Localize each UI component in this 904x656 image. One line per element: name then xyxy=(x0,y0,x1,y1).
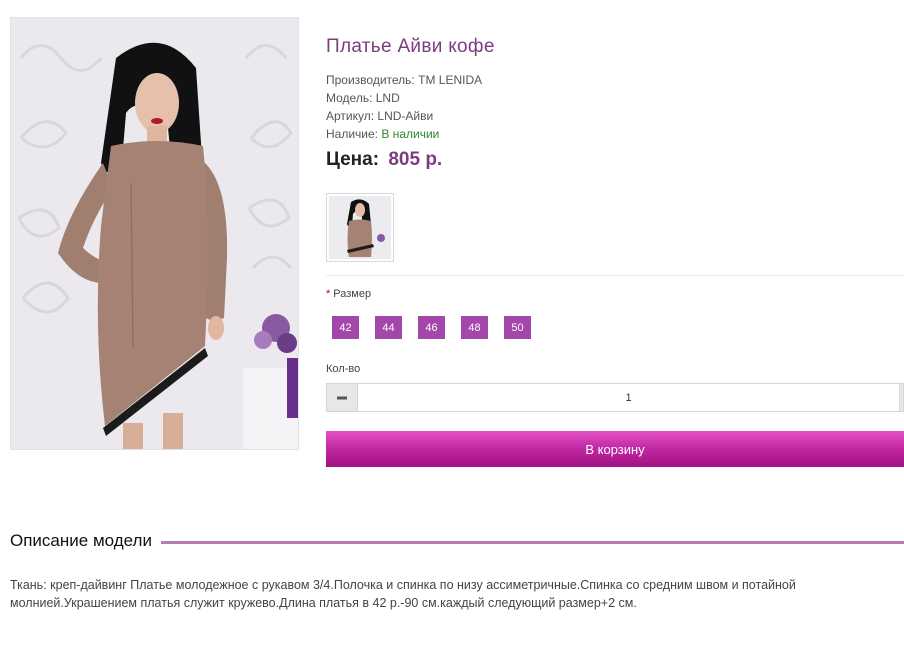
availability-row: Наличие: В наличии xyxy=(326,125,904,143)
size-option-48[interactable]: 48 xyxy=(461,316,488,339)
quantity-decrease-button[interactable] xyxy=(326,383,358,412)
size-options: 42 44 46 48 50 xyxy=(332,316,547,339)
size-option-44[interactable]: 44 xyxy=(375,316,402,339)
size-option-42[interactable]: 42 xyxy=(332,316,359,339)
options-divider xyxy=(326,275,904,276)
quantity-stepper xyxy=(326,383,904,412)
size-option-46[interactable]: 46 xyxy=(418,316,445,339)
price-row: Цена: 805 р. xyxy=(326,149,904,171)
sku-label: Артикул: xyxy=(326,109,375,123)
manufacturer-row: Производитель: TM LENIDA xyxy=(326,71,904,89)
availability-value: В наличии xyxy=(381,127,440,141)
model-value: LND xyxy=(375,91,400,105)
price-label: Цена: xyxy=(326,149,380,170)
size-option-50[interactable]: 50 xyxy=(504,316,531,339)
quantity-increase-button[interactable] xyxy=(900,383,904,412)
quantity-input[interactable] xyxy=(358,383,900,412)
thumbnail-photo xyxy=(329,196,391,259)
manufacturer-value[interactable]: TM LENIDA xyxy=(418,73,482,87)
description-text: Ткань: креп-дайвинг Платье молодежное с … xyxy=(10,578,796,610)
product-thumbnail[interactable] xyxy=(326,193,394,262)
sku-value: LND-Айви xyxy=(377,109,434,123)
description-title: Описание модели xyxy=(10,531,152,550)
size-label-text: Размер xyxy=(333,288,372,300)
quantity-label: Кол-во xyxy=(326,363,361,375)
manufacturer-label: Производитель: xyxy=(326,73,415,87)
availability-label: Наличие: xyxy=(326,127,379,141)
price-value: 805 р. xyxy=(388,149,443,170)
product-info: Платье Айви кофе Производитель: TM LENID… xyxy=(326,36,904,171)
add-to-cart-button[interactable]: В корзину xyxy=(326,431,904,467)
product-photo xyxy=(11,18,298,449)
sku-row: Артикул: LND-Айви xyxy=(326,107,904,125)
product-main-image[interactable] xyxy=(10,17,299,450)
model-label: Модель: xyxy=(326,91,373,105)
minus-icon xyxy=(337,396,347,399)
product-title: Платье Айви кофе xyxy=(326,36,495,57)
size-option-label: * Размер xyxy=(326,288,371,300)
required-mark: * xyxy=(326,288,331,300)
description-rule xyxy=(160,540,904,544)
product-specs: Производитель: TM LENIDA Модель: LND Арт… xyxy=(326,71,904,143)
description-header: Описание модели xyxy=(10,531,904,551)
model-row: Модель: LND xyxy=(326,89,904,107)
